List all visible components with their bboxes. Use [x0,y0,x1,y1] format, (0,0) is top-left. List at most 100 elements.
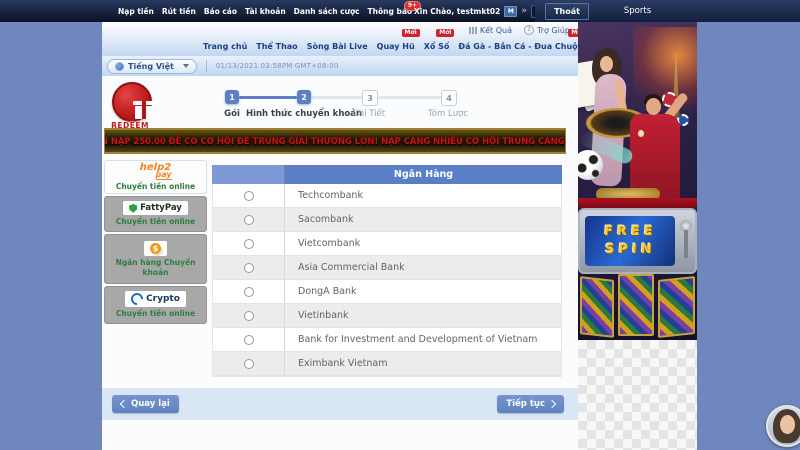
user-greeting: Xin Chào, testmkt02 [414,7,500,16]
logout-button[interactable]: Thoát [545,3,589,20]
step-connector [376,96,441,99]
new-badge: Mới [436,29,454,37]
continue-button[interactable]: Tiếp tục [497,395,564,413]
bank-radio-cell[interactable] [213,184,285,207]
datetime-text: 01/13/2021 03:58PM GMT+08:00 [216,62,339,70]
tab-sports[interactable]: Sports [578,0,697,22]
new-badge: Mới [402,29,420,37]
fireworks-art [633,27,697,122]
payment-method-label: Ngân hàng Chuyển khoản [108,258,203,277]
bank-row[interactable]: Techcombank [213,184,561,208]
radio-icon[interactable] [244,311,254,321]
fattypay-logo: FattyPay [123,201,188,215]
bank-name: Vietcombank [285,232,561,255]
bank-radio-cell[interactable] [213,232,285,255]
back-button-label: Quay lại [131,399,170,409]
bank-row[interactable]: DongA Bank [213,280,561,304]
payment-method-label: Chuyển tiền online [108,309,203,318]
step-4-box: 4 [441,90,457,106]
bank-name: Bank for Investment and Development of V… [285,328,561,351]
promo-banner: CHỈ CẦN NẠP 250.00 ĐỂ CÓ CƠ HỘI ĐỂ TRÚNG… [104,128,566,154]
chat-avatar[interactable] [766,405,800,447]
nav-slots[interactable]: Quay Hũ Mới [376,37,416,56]
main-nav-bar: Kết Quả ? Trợ Giúp Trang chủ Thể Thao Sò… [102,22,578,56]
bank-radio-cell[interactable] [213,208,285,231]
nav-cockfight-label: Đá Gà - Bắn Cá - Đua Chuột [458,42,581,51]
bank-radio-cell[interactable] [213,280,285,303]
menu-account[interactable]: Tài khoản [245,7,286,16]
language-bar: Tiếng Việt 01/13/2021 03:58PM GMT+08:00 [102,56,578,77]
language-select[interactable]: Tiếng Việt [107,59,197,74]
radio-icon[interactable] [244,263,254,273]
step-3-box: 3 [362,90,378,106]
continue-button-label: Tiếp tục [506,399,545,409]
menu-notifications[interactable]: Thông báo 9+ [368,7,413,16]
bank-row[interactable]: Bank for Investment and Development of V… [213,328,561,352]
payment-method-crypto[interactable]: Crypto Chuyển tiền online [104,286,207,324]
bank-table-header: Ngân Hàng [212,165,562,184]
step-2-box: 2 [297,90,311,104]
payment-method-label: Chuyển tiền online [108,217,203,226]
bank-name: Techcombank [285,184,561,207]
help-label: Trợ Giúp [537,26,570,35]
nav-slots-label: Quay Hũ [377,42,415,51]
payment-method-bank-transfer[interactable]: $ Ngân hàng Chuyển khoản [104,234,207,284]
bank-row[interactable]: Eximbank Vietnam [213,352,561,376]
help-icon: ? [524,25,534,35]
step-connector [239,96,297,99]
bank-radio-cell[interactable] [213,304,285,327]
member-badge-icon[interactable]: M [504,6,517,17]
shield-icon [129,204,137,213]
radio-icon[interactable] [244,335,254,345]
crypto-logo: Crypto [125,291,186,307]
bank-name: Sacombank [285,208,561,231]
back-button[interactable]: Quay lại [112,395,179,413]
bank-transfer-logo: $ [144,241,167,256]
bank-name: Asia Commercial Bank [285,256,561,279]
chevron-right-icon [548,400,556,408]
menu-withdraw[interactable]: Rút tiền [162,7,196,16]
radio-icon[interactable] [244,239,254,249]
menu-bet-list[interactable]: Danh sách cược [294,7,360,16]
menu-report[interactable]: Báo cáo [204,7,237,16]
screen: Nạp tiền Rút tiền Báo cáo Tài khoản Danh… [0,0,800,450]
bank-table-title: Ngân Hàng [285,165,562,184]
menu-deposit[interactable]: Nạp tiền [118,7,154,16]
promo-banner-text: CHỈ CẦN NẠP 250.00 ĐỂ CÓ CƠ HỘI ĐỂ TRÚNG… [104,136,566,146]
nav-lottery-label: Xổ Số [424,42,450,51]
chevron-down-icon [183,64,189,68]
step-1-box: 1 [225,90,239,104]
radio-icon[interactable] [244,287,254,297]
nav-lottery[interactable]: Xổ Số Mới [423,37,451,56]
help-link[interactable]: ? Trợ Giúp [524,25,570,35]
redeem-logo [112,82,152,122]
free-spin-text: FREE [603,223,657,241]
bank-row[interactable]: Asia Commercial Bank [213,256,561,280]
radio-icon[interactable] [244,191,254,201]
results-link[interactable]: Kết Quả [469,26,512,35]
payment-method-help2pay[interactable]: help2 pay Chuyển tiền online [104,160,207,194]
bank-radio-cell[interactable] [213,352,285,375]
radio-icon[interactable] [244,359,254,369]
radio-icon[interactable] [244,215,254,225]
nav-live-casino[interactable]: Sòng Bài Live [306,37,369,56]
bank-radio-cell[interactable] [213,328,285,351]
bank-row[interactable]: Sacombank [213,208,561,232]
help2pay-logo: help2 pay [140,163,172,180]
bank-radio-cell[interactable] [213,256,285,279]
payment-method-fattypay[interactable]: FattyPay Chuyển tiền online [104,196,207,232]
nav-cockfight-fishing[interactable]: Đá Gà - Bắn Cá - Đua Chuột Mới [457,37,582,56]
nav-home[interactable]: Trang chủ [202,37,248,56]
nav-sports[interactable]: Thể Thao [255,37,298,56]
globe-icon [115,62,124,71]
bank-row[interactable]: Vietcombank [213,232,561,256]
chevron-left-icon [120,400,128,408]
slot-game-screen-art [658,276,695,338]
expand-chevrons-icon[interactable]: » [521,7,527,16]
divider [206,60,207,72]
bank-row[interactable]: Vietinbank [213,304,561,328]
bank-name: Eximbank Vietnam [285,352,561,375]
transparent-placeholder-area [578,340,697,450]
top-bar: Nạp tiền Rút tiền Báo cáo Tài khoản Danh… [0,0,535,22]
slot-game-screen-art [580,276,614,338]
